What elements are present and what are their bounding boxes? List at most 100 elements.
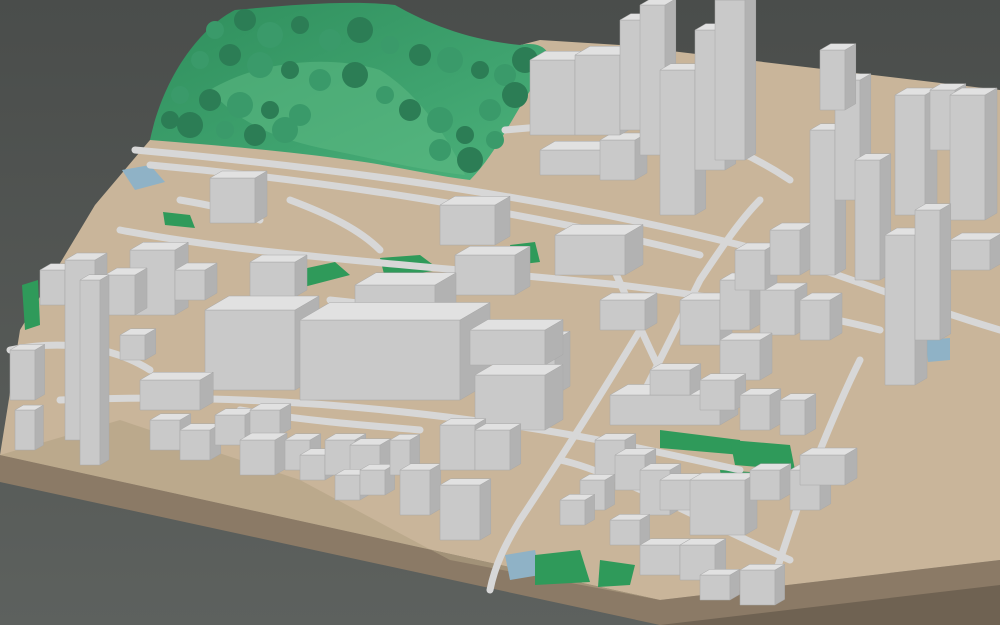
building-front-face [679, 299, 721, 346]
tree-cluster [161, 111, 179, 129]
tree-cluster [281, 61, 299, 79]
building [559, 493, 596, 526]
building-front-face [454, 254, 516, 296]
building-front-face [14, 409, 36, 451]
building-front-face [239, 439, 276, 476]
building [104, 267, 148, 316]
building-front-face [639, 544, 681, 576]
building-front-face [779, 399, 806, 436]
tree-cluster [319, 29, 341, 51]
building-side-face [804, 393, 817, 436]
building-side-face [509, 423, 522, 471]
building [9, 343, 46, 401]
tree-cluster [191, 51, 209, 69]
building [454, 245, 531, 296]
tree-cluster [429, 139, 451, 161]
building-front-face [539, 149, 611, 176]
tree-cluster [219, 44, 241, 66]
building [799, 292, 843, 341]
tree-cluster [399, 99, 421, 121]
building-front-face [819, 49, 846, 111]
building-front-face [299, 319, 461, 401]
building-roof [139, 372, 215, 381]
city-model-viewport[interactable] [0, 0, 1000, 625]
water-channel-bottom [505, 550, 540, 580]
building-front-face [399, 469, 431, 516]
building-front-face [599, 139, 636, 181]
tree-cluster [206, 21, 224, 39]
building-front-face [529, 59, 576, 136]
building-side-face [294, 254, 308, 298]
building [689, 472, 758, 536]
building-front-face [949, 239, 991, 271]
building [599, 292, 658, 331]
tree-cluster [291, 16, 309, 34]
building [179, 423, 222, 461]
building-side-face [844, 43, 857, 111]
building-front-face [439, 484, 481, 541]
city-model-render[interactable] [0, 0, 1000, 625]
building-side-face [479, 478, 492, 541]
building-front-face [9, 349, 36, 401]
building-front-face [119, 334, 146, 361]
building [739, 388, 782, 431]
tree-cluster [376, 86, 394, 104]
building-front-face [299, 454, 326, 481]
tree-cluster [261, 101, 279, 119]
building [739, 563, 786, 606]
building [769, 222, 813, 276]
building-front-face [714, 0, 746, 161]
building-front-face [249, 409, 281, 436]
building-front-face [334, 474, 361, 501]
building-front-face [699, 379, 736, 411]
building-side-face [544, 364, 564, 431]
tree-cluster [309, 69, 331, 91]
building [719, 332, 773, 381]
building [699, 373, 747, 411]
tree-cluster [479, 99, 501, 121]
building-side-face [774, 563, 785, 606]
building [249, 254, 308, 298]
building [649, 363, 702, 396]
building-front-face [359, 469, 386, 496]
building-front-face [139, 379, 201, 411]
tree-cluster [347, 17, 373, 43]
tree-cluster [247, 52, 273, 78]
building-roof [299, 302, 491, 321]
building [749, 463, 792, 501]
building-side-face [254, 170, 268, 224]
tree-cluster [199, 89, 221, 111]
building [139, 371, 215, 411]
building-front-face [79, 279, 101, 466]
building-front-face [469, 329, 546, 366]
building [119, 328, 157, 361]
tree-cluster [471, 61, 489, 79]
tree-cluster [381, 36, 399, 54]
building-front-face [174, 269, 206, 301]
building [474, 423, 522, 471]
building-front-face [149, 419, 181, 451]
building [949, 232, 1000, 271]
building-front-face [559, 499, 586, 526]
building [14, 404, 45, 451]
tree-cluster [227, 92, 253, 118]
building-side-face [99, 274, 110, 466]
building [174, 262, 218, 301]
building-front-face [104, 274, 136, 316]
tree-cluster [177, 112, 203, 138]
building [819, 43, 857, 111]
building [799, 447, 858, 486]
building-side-face [759, 332, 773, 381]
building-front-face [914, 209, 941, 341]
building-front-face [884, 234, 916, 386]
building-side-face [744, 0, 757, 161]
tree-cluster [342, 62, 368, 88]
building-front-face [699, 574, 731, 601]
building [439, 195, 511, 246]
building [699, 568, 741, 601]
tree-cluster [427, 107, 453, 133]
tree-cluster [437, 47, 463, 73]
building-side-face [34, 404, 44, 451]
tree-cluster [257, 22, 283, 48]
building-front-face [439, 424, 476, 471]
